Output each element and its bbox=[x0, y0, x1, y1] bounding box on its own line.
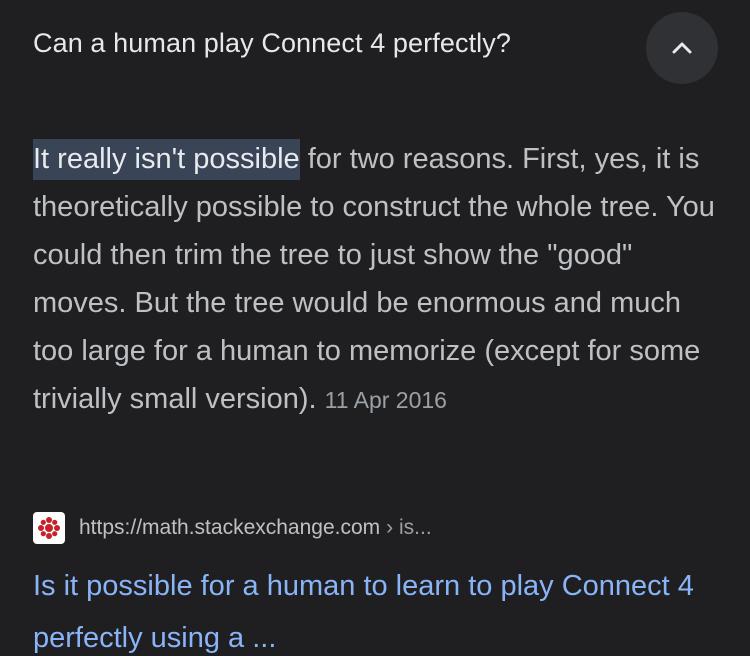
stackexchange-favicon-icon bbox=[33, 512, 65, 544]
source-path: › is... bbox=[386, 516, 432, 539]
snippet-date: 11 Apr 2016 bbox=[324, 387, 447, 413]
chevron-up-icon bbox=[672, 42, 692, 54]
snippet-text: for two reasons. First, yes, it is theor… bbox=[33, 143, 715, 415]
result-title-link[interactable]: Is it possible for a human to learn to p… bbox=[33, 560, 713, 656]
question-heading[interactable]: Can a human play Connect 4 perfectly? bbox=[33, 28, 511, 59]
highlighted-answer: It really isn't possible bbox=[33, 139, 300, 180]
source-row[interactable]: https://math.stackexchange.com › is... bbox=[33, 512, 432, 544]
featured-snippet-panel: Can a human play Connect 4 perfectly? It… bbox=[0, 0, 750, 656]
collapse-button[interactable] bbox=[646, 12, 718, 84]
answer-snippet: It really isn't possible for two reasons… bbox=[33, 135, 723, 424]
source-url[interactable]: https://math.stackexchange.com bbox=[79, 516, 380, 540]
